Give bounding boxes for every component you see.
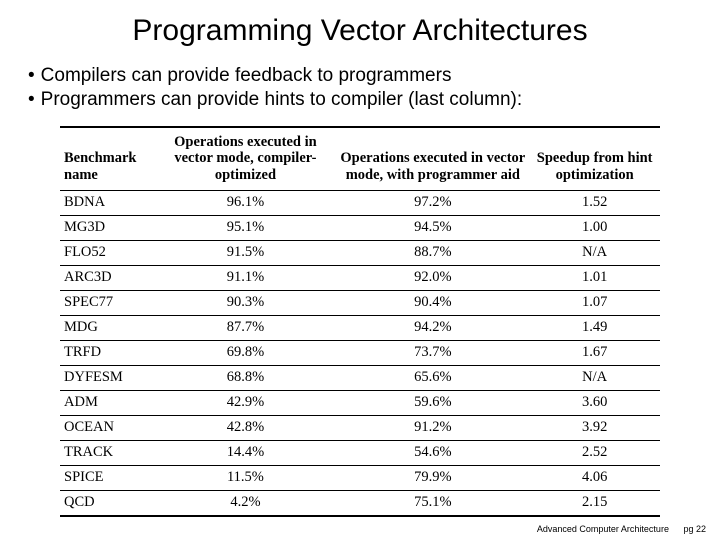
cell-programmer: 73.7% [336, 340, 529, 365]
slide-footer: Advanced Computer Architecture pg 22 [537, 524, 706, 534]
cell-programmer: 65.6% [336, 365, 529, 390]
table-row: DYFESM68.8%65.6%N/A [60, 365, 660, 390]
cell-name: SPICE [60, 465, 154, 490]
cell-programmer: 59.6% [336, 390, 529, 415]
cell-name: QCD [60, 490, 154, 516]
table-row: MG3D95.1%94.5%1.00 [60, 215, 660, 240]
cell-name: SPEC77 [60, 290, 154, 315]
table-row: OCEAN42.8%91.2%3.92 [60, 415, 660, 440]
bullet-item: Programmers can provide hints to compile… [28, 88, 692, 112]
cell-compiler: 95.1% [154, 215, 336, 240]
cell-speedup: 1.01 [529, 265, 660, 290]
cell-compiler: 96.1% [154, 190, 336, 215]
cell-name: ARC3D [60, 265, 154, 290]
cell-speedup: N/A [529, 240, 660, 265]
cell-speedup: 1.07 [529, 290, 660, 315]
cell-name: MDG [60, 315, 154, 340]
slide-title: Programming Vector Architectures [0, 0, 720, 58]
cell-name: MG3D [60, 215, 154, 240]
table-row: SPEC7790.3%90.4%1.07 [60, 290, 660, 315]
table-row: TRACK14.4%54.6%2.52 [60, 440, 660, 465]
benchmark-table: Benchmark name Operations executed in ve… [60, 126, 660, 517]
cell-programmer: 97.2% [336, 190, 529, 215]
cell-programmer: 79.9% [336, 465, 529, 490]
table-row: QCD4.2%75.1%2.15 [60, 490, 660, 516]
cell-compiler: 68.8% [154, 365, 336, 390]
table-row: ADM42.9%59.6%3.60 [60, 390, 660, 415]
cell-speedup: 1.00 [529, 215, 660, 240]
footer-course: Advanced Computer Architecture [537, 524, 669, 534]
cell-compiler: 91.1% [154, 265, 336, 290]
cell-compiler: 42.9% [154, 390, 336, 415]
cell-programmer: 90.4% [336, 290, 529, 315]
bullet-item: Compilers can provide feedback to progra… [28, 64, 692, 88]
table-header-row: Benchmark name Operations executed in ve… [60, 127, 660, 191]
cell-compiler: 11.5% [154, 465, 336, 490]
cell-compiler: 4.2% [154, 490, 336, 516]
cell-programmer: 75.1% [336, 490, 529, 516]
cell-programmer: 94.2% [336, 315, 529, 340]
cell-speedup: 3.60 [529, 390, 660, 415]
cell-compiler: 90.3% [154, 290, 336, 315]
cell-speedup: 1.49 [529, 315, 660, 340]
cell-programmer: 94.5% [336, 215, 529, 240]
cell-name: BDNA [60, 190, 154, 215]
cell-programmer: 88.7% [336, 240, 529, 265]
cell-speedup: 4.06 [529, 465, 660, 490]
cell-speedup: N/A [529, 365, 660, 390]
cell-name: OCEAN [60, 415, 154, 440]
col-speedup: Speedup from hint optimization [529, 127, 660, 191]
cell-speedup: 2.15 [529, 490, 660, 516]
footer-page: pg 22 [683, 524, 706, 534]
cell-compiler: 87.7% [154, 315, 336, 340]
bullet-list: Compilers can provide feedback to progra… [0, 58, 720, 120]
table-row: FLO5291.5%88.7%N/A [60, 240, 660, 265]
cell-compiler: 69.8% [154, 340, 336, 365]
cell-name: TRFD [60, 340, 154, 365]
col-programmer: Operations executed in vector mode, with… [336, 127, 529, 191]
col-benchmark: Benchmark name [60, 127, 154, 191]
cell-name: TRACK [60, 440, 154, 465]
table-row: MDG87.7%94.2%1.49 [60, 315, 660, 340]
cell-compiler: 91.5% [154, 240, 336, 265]
cell-speedup: 2.52 [529, 440, 660, 465]
cell-name: ADM [60, 390, 154, 415]
cell-programmer: 91.2% [336, 415, 529, 440]
cell-speedup: 1.67 [529, 340, 660, 365]
col-compiler: Operations executed in vector mode, comp… [154, 127, 336, 191]
cell-name: DYFESM [60, 365, 154, 390]
table-row: ARC3D91.1%92.0%1.01 [60, 265, 660, 290]
cell-programmer: 54.6% [336, 440, 529, 465]
cell-speedup: 1.52 [529, 190, 660, 215]
data-table-wrap: Benchmark name Operations executed in ve… [60, 126, 660, 517]
cell-name: FLO52 [60, 240, 154, 265]
table-row: BDNA96.1%97.2%1.52 [60, 190, 660, 215]
cell-compiler: 14.4% [154, 440, 336, 465]
cell-programmer: 92.0% [336, 265, 529, 290]
table-row: TRFD69.8%73.7%1.67 [60, 340, 660, 365]
cell-speedup: 3.92 [529, 415, 660, 440]
table-row: SPICE11.5%79.9%4.06 [60, 465, 660, 490]
cell-compiler: 42.8% [154, 415, 336, 440]
